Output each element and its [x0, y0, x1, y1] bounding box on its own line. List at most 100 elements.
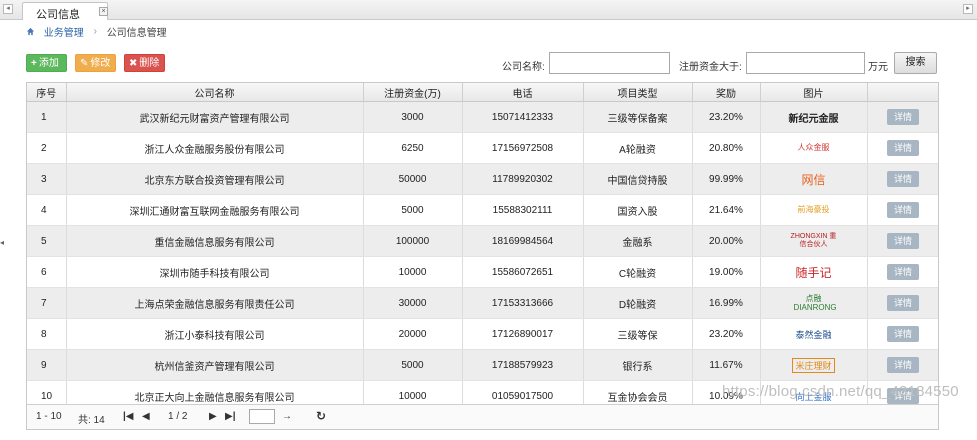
cell-actions: 详情 — [867, 194, 938, 226]
cell-reward: 23.20% — [692, 318, 761, 350]
cell-actions: 详情 — [867, 132, 938, 164]
company-table: 序号 公司名称 注册资金(万) 电话 项目类型 奖励 图片 1 武汉新纪元财富资产… — [27, 83, 938, 412]
pencil-icon: ✎ — [80, 58, 89, 69]
table-row[interactable]: 8 浙江小泰科技有限公司 20000 17126890017 三级等保 23.20% 泰然金… — [27, 318, 938, 350]
table-row[interactable]: 5 重信金融信息服务有限公司 100000 18169984564 金融系 20.00% Z… — [27, 225, 938, 257]
table-row[interactable]: 6 深圳市随手科技有限公司 10000 15586072651 C轮融资 19.00% 随手… — [27, 256, 938, 288]
close-icon[interactable]: × — [99, 7, 108, 16]
capital-input[interactable] — [746, 52, 865, 74]
cell-project-type: 三级等保 — [583, 318, 693, 350]
cell-capital: 3000 — [363, 101, 463, 133]
col-actions — [867, 83, 938, 102]
cell-capital: 20000 — [363, 318, 463, 350]
go-arrow-icon[interactable]: → — [282, 411, 292, 422]
breadcrumb-current: 公司信息管理 — [106, 28, 167, 39]
table-row[interactable]: 2 浙江人众金融服务股份有限公司 6250 17156972508 A轮融资 20.80%… — [27, 132, 938, 164]
cell-company-name: 浙江小泰科技有限公司 — [66, 318, 364, 350]
add-button[interactable]: + 添加 — [26, 54, 67, 72]
company-logo-image: 泰然金融 — [795, 329, 832, 340]
col-project-type[interactable]: 项目类型 — [583, 83, 693, 102]
pager-range: 1 - 10 — [36, 411, 62, 422]
remove-icon: ✖ — [129, 58, 138, 69]
col-company-name[interactable]: 公司名称 — [66, 83, 364, 102]
company-logo-image: 网信 — [801, 172, 826, 187]
cell-project-type: 三级等保备案 — [583, 101, 693, 133]
cell-reward: 19.00% — [692, 256, 761, 288]
cell-image: 前海豪投 — [760, 194, 868, 226]
edit-button[interactable]: ✎ 修改 — [75, 54, 116, 72]
detail-button[interactable]: 详情 — [887, 264, 919, 280]
cell-reward: 23.20% — [692, 101, 761, 133]
cell-capital: 30000 — [363, 287, 463, 319]
page-jump-input[interactable] — [249, 409, 275, 424]
detail-button[interactable]: 详情 — [887, 171, 919, 187]
cell-actions: 详情 — [867, 101, 938, 133]
pager: 1 - 10 共: 14 |◀ ◀ 1 / 2 ▶ ▶| → ↻ — [27, 404, 938, 429]
cell-company-name: 浙江人众金融服务股份有限公司 — [66, 132, 364, 164]
table-row[interactable]: 3 北京东方联合投资管理有限公司 50000 11789920302 中国信贷持股 99.… — [27, 163, 938, 195]
collapse-handle-icon[interactable]: ◂ — [0, 236, 6, 250]
col-capital[interactable]: 注册资金(万) — [363, 83, 463, 102]
table-row[interactable]: 9 杭州信釜资产管理有限公司 5000 17188579923 银行系 11.67% 米庄理… — [27, 349, 938, 381]
company-name-label: 公司名称: — [502, 62, 545, 73]
col-index[interactable]: 序号 — [27, 83, 67, 102]
cell-company-name: 深圳市随手科技有限公司 — [66, 256, 364, 288]
col-reward[interactable]: 奖励 — [692, 83, 761, 102]
cell-index: 9 — [27, 349, 67, 381]
cell-phone: 15588302111 — [462, 194, 584, 226]
next-page-icon[interactable]: ▶ — [209, 411, 217, 422]
col-image[interactable]: 图片 — [760, 83, 868, 102]
cell-reward: 20.00% — [692, 225, 761, 257]
table-row[interactable]: 7 上海点荣金融信息服务有限责任公司 30000 17153313666 D轮融资 16.… — [27, 287, 938, 319]
table-row[interactable]: 4 深圳汇通财富互联网金融服务有限公司 5000 15588302111 国资入股 21.… — [27, 194, 938, 226]
add-label: 添加 — [38, 58, 59, 69]
search-button[interactable]: 搜索 — [894, 52, 937, 74]
cell-index: 8 — [27, 318, 67, 350]
cell-capital: 5000 — [363, 349, 463, 381]
cell-capital: 100000 — [363, 225, 463, 257]
unit-label: 万元 — [868, 62, 888, 73]
cell-index: 7 — [27, 287, 67, 319]
tab-scroll-left-icon[interactable]: ◂ — [3, 4, 13, 14]
breadcrumb-business[interactable]: 业务管理 — [44, 24, 84, 39]
cell-company-name: 重信金融信息服务有限公司 — [66, 225, 364, 257]
cell-company-name: 杭州信釜资产管理有限公司 — [66, 349, 364, 381]
detail-button[interactable]: 详情 — [887, 202, 919, 218]
detail-button[interactable]: 详情 — [887, 357, 919, 373]
tab-strip: ◂ 公司信息 × ▸ — [0, 0, 977, 21]
breadcrumb-separator-icon: › — [93, 26, 97, 37]
col-phone[interactable]: 电话 — [462, 83, 584, 102]
refresh-icon[interactable]: ↻ — [316, 409, 326, 423]
detail-button[interactable]: 详情 — [887, 140, 919, 156]
detail-button[interactable]: 详情 — [887, 109, 919, 125]
cell-project-type: A轮融资 — [583, 132, 693, 164]
cell-index: 1 — [27, 101, 67, 133]
last-page-icon[interactable]: ▶| — [225, 411, 236, 422]
delete-button[interactable]: ✖ 删除 — [124, 54, 165, 72]
cell-company-name: 武汉新纪元财富资产管理有限公司 — [66, 101, 364, 133]
delete-label: 删除 — [139, 58, 160, 69]
cell-project-type: 国资入股 — [583, 194, 693, 226]
cell-phone: 17156972508 — [462, 132, 584, 164]
tab-scroll-right-icon[interactable]: ▸ — [963, 4, 973, 14]
first-page-icon[interactable]: |◀ — [123, 411, 134, 422]
capital-label: 注册资金大于: — [679, 62, 742, 73]
detail-button[interactable]: 详情 — [887, 326, 919, 342]
cell-capital: 50000 — [363, 163, 463, 195]
detail-button[interactable]: 详情 — [887, 233, 919, 249]
company-logo-image: 人众金服 — [797, 143, 830, 153]
company-logo-image: 米庄理财 — [792, 357, 835, 373]
cell-image: 泰然金融 — [760, 318, 868, 350]
breadcrumb: 业务管理 › 公司信息管理 — [26, 24, 167, 39]
home-icon[interactable] — [26, 27, 35, 36]
pager-total: 共: 14 — [78, 415, 105, 426]
prev-page-icon[interactable]: ◀ — [142, 411, 150, 422]
cell-index: 5 — [27, 225, 67, 257]
edit-label: 修改 — [90, 58, 111, 69]
cell-image: 随手记 — [760, 256, 868, 288]
table-row[interactable]: 1 武汉新纪元财富资产管理有限公司 3000 15071412333 三级等保备案 23.… — [27, 101, 938, 133]
detail-button[interactable]: 详情 — [887, 295, 919, 311]
pager-page: 1 / 2 — [168, 411, 188, 422]
company-name-input[interactable] — [549, 52, 670, 74]
tab-company-info[interactable]: 公司信息 × — [22, 2, 108, 21]
